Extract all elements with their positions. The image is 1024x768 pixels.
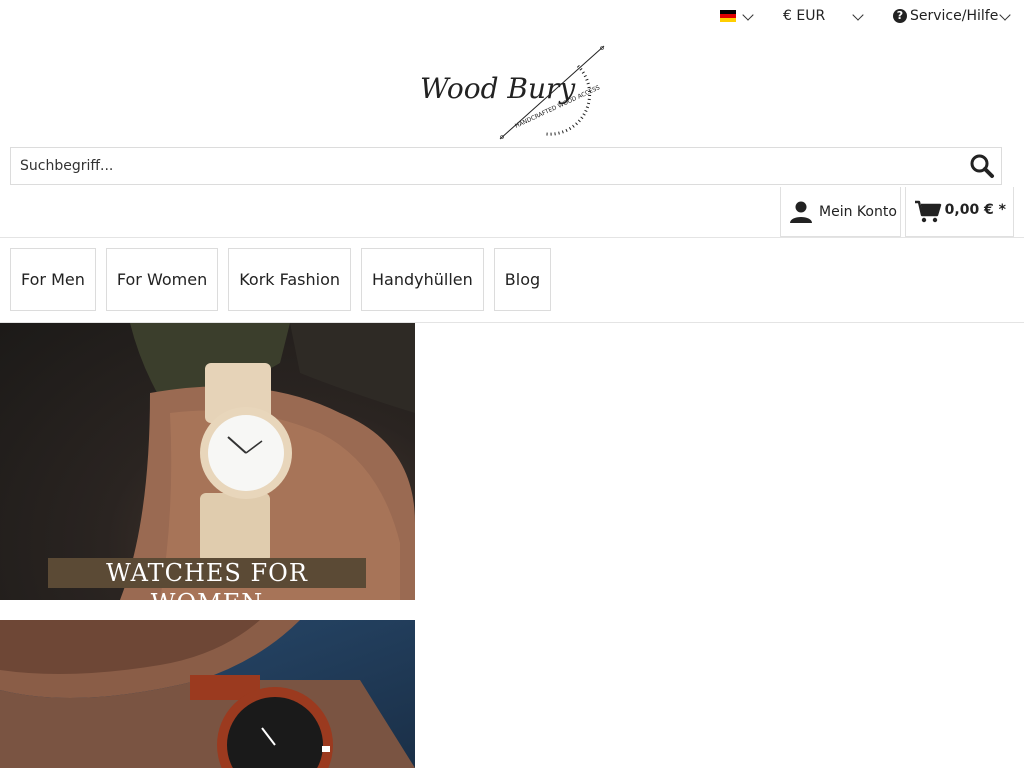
german-flag-icon[interactable] — [720, 10, 736, 22]
service-chevron-down-icon[interactable] — [999, 9, 1011, 21]
service-menu[interactable]: ? Service/Hilfe — [893, 8, 998, 24]
nav-item-kork-fashion[interactable]: Kork Fashion — [228, 248, 352, 311]
nav-item-for-women[interactable]: For Women — [105, 248, 219, 311]
search-icon[interactable] — [969, 153, 995, 179]
men-watch-image — [0, 620, 415, 768]
cart-icon — [915, 200, 942, 222]
flag-stripe-gold — [720, 18, 736, 22]
nav-item-handyhuellen[interactable]: Handyhüllen — [361, 248, 484, 311]
account-button[interactable]: Mein Konto — [780, 187, 901, 237]
header-divider — [0, 237, 1024, 238]
banner-watches-for-women[interactable]: WATCHES FOR WOMEN — [0, 323, 415, 600]
service-label: Service/Hilfe — [910, 8, 999, 24]
question-icon: ? — [893, 9, 907, 23]
cart-total: 0,00 € * — [944, 202, 1006, 218]
banner-caption: WATCHES FOR WOMEN — [48, 558, 366, 600]
account-label: Mein Konto — [819, 203, 897, 220]
search-input[interactable] — [20, 148, 950, 184]
main-navigation: For Men For Women Kork Fashion Handyhüll… — [10, 248, 552, 311]
nav-item-for-men[interactable]: For Men — [10, 248, 96, 311]
nav-item-blog[interactable]: Blog — [493, 248, 552, 311]
logo-text: Wood Bury — [420, 72, 576, 105]
currency-chevron-down-icon[interactable] — [852, 9, 864, 21]
currency-select[interactable]: € EUR — [783, 8, 825, 24]
banner-men-watch[interactable] — [0, 620, 415, 768]
user-icon — [790, 201, 812, 223]
language-chevron-down-icon[interactable] — [742, 9, 754, 21]
cart-button[interactable]: 0,00 € * — [905, 187, 1014, 237]
woodbury-logo[interactable]: Wood Bury HANDCRAFTED WOOD ACCESS — [418, 42, 608, 144]
search-bar — [10, 147, 1002, 185]
top-bar: € EUR ? Service/Hilfe — [0, 0, 1024, 34]
